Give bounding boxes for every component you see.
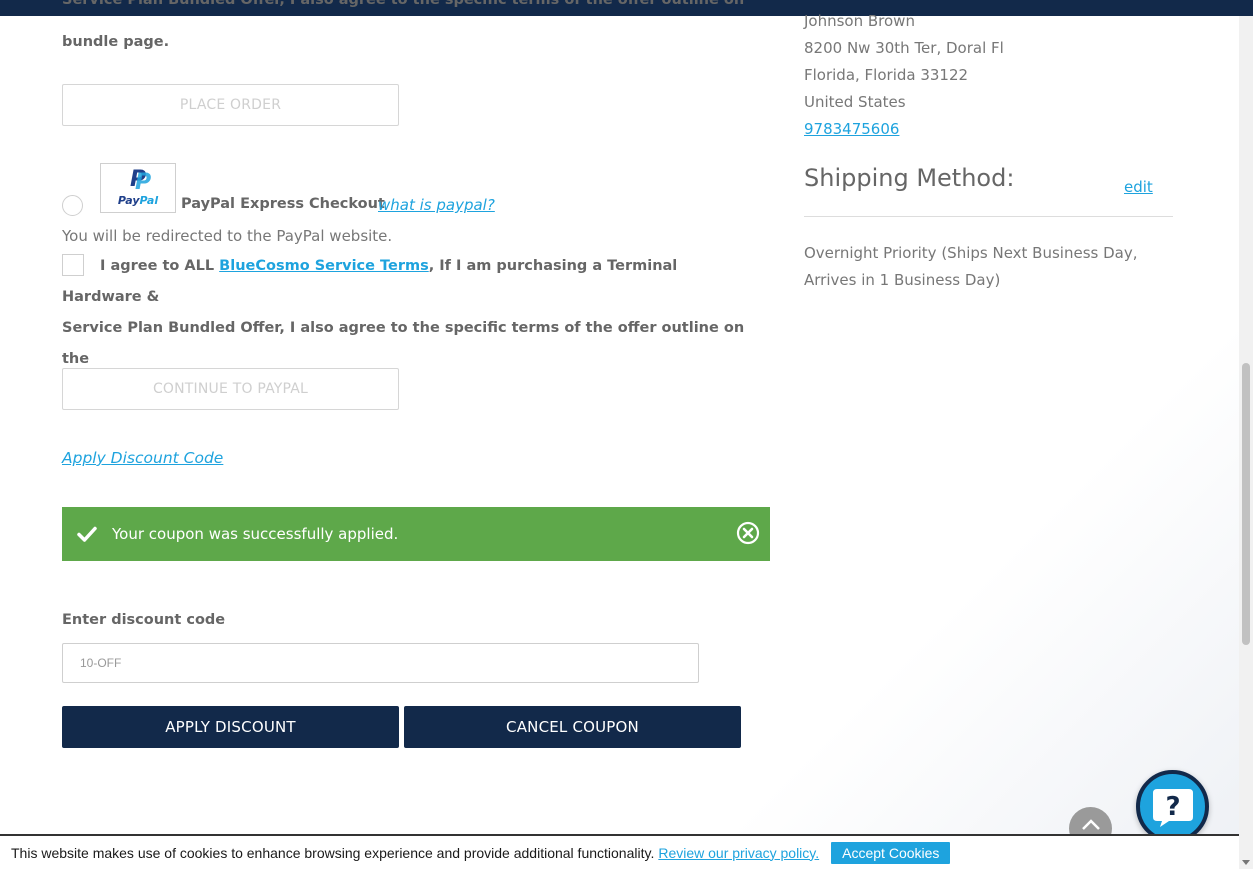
cookie-message: This website makes use of cookies to enh… — [11, 844, 655, 861]
discount-code-label: Enter discount code — [62, 612, 226, 628]
apply-discount-code-link[interactable]: Apply Discount Code — [62, 449, 223, 467]
help-glyph: ? — [1165, 792, 1180, 822]
address-street: 8200 Nw 30th Ter, Doral Fl — [804, 39, 1004, 57]
close-circle-icon[interactable] — [736, 521, 760, 545]
shipping-method-value: Overnight Priority (Ships Next Business … — [804, 244, 1138, 289]
page-scrollbar[interactable] — [1239, 16, 1253, 869]
paypal-redirect-note: You will be redirected to the PayPal web… — [62, 227, 393, 245]
chevron-up-icon — [1081, 819, 1100, 830]
check-icon — [62, 526, 112, 542]
divider — [804, 216, 1173, 217]
terms-text-continued: Service Plan Bundled Offer, I also agree… — [62, 0, 752, 58]
paypal-logo: P P PayPal — [100, 163, 176, 213]
what-is-paypal-link[interactable]: what is paypal? — [378, 196, 495, 214]
address-name: Johnson Brown — [804, 12, 915, 30]
paypal-mark-icon: P P — [129, 167, 152, 195]
shipping-method-heading: Shipping Method: — [804, 164, 1015, 192]
accept-cookies-button[interactable]: Accept Cookies — [831, 841, 951, 864]
place-order-button[interactable]: PLACE ORDER — [62, 84, 399, 126]
coupon-success-alert: Your coupon was successfully applied. — [62, 507, 770, 561]
discount-code-input[interactable] — [62, 643, 699, 683]
privacy-policy-link[interactable]: Review our privacy policy. — [658, 845, 819, 861]
address-country: United States — [804, 93, 906, 111]
address-phone-link[interactable]: 9783475606 — [804, 120, 899, 138]
address-city-state-zip: Florida, Florida 33122 — [804, 66, 969, 84]
help-chat-button[interactable]: ? — [1136, 770, 1209, 843]
apply-discount-button[interactable]: APPLY DISCOUNT — [62, 706, 399, 748]
terms-tail-line2: bundle page. — [62, 34, 170, 50]
paypal-option-label: PayPal Express Checkout — [181, 196, 385, 212]
edit-shipping-link[interactable]: edit — [1124, 178, 1153, 196]
scrollbar-thumb[interactable] — [1242, 363, 1250, 645]
service-terms-link[interactable]: BlueCosmo Service Terms — [219, 258, 429, 274]
paypal-wordmark: PayPal — [117, 194, 159, 207]
alert-message: Your coupon was successfully applied. — [112, 525, 399, 543]
terms-tail-line1: Service Plan Bundled Offer, I also agree… — [62, 0, 745, 8]
question-icon: ? — [1152, 788, 1193, 827]
paypal-radio[interactable] — [62, 195, 83, 216]
cookie-banner: This website makes use of cookies to enh… — [0, 834, 1239, 869]
cancel-coupon-button[interactable]: CANCEL COUPON — [404, 706, 741, 748]
scroll-down-arrow-icon[interactable] — [1242, 860, 1250, 865]
continue-to-paypal-button[interactable]: CONTINUE TO PAYPAL — [62, 368, 399, 410]
